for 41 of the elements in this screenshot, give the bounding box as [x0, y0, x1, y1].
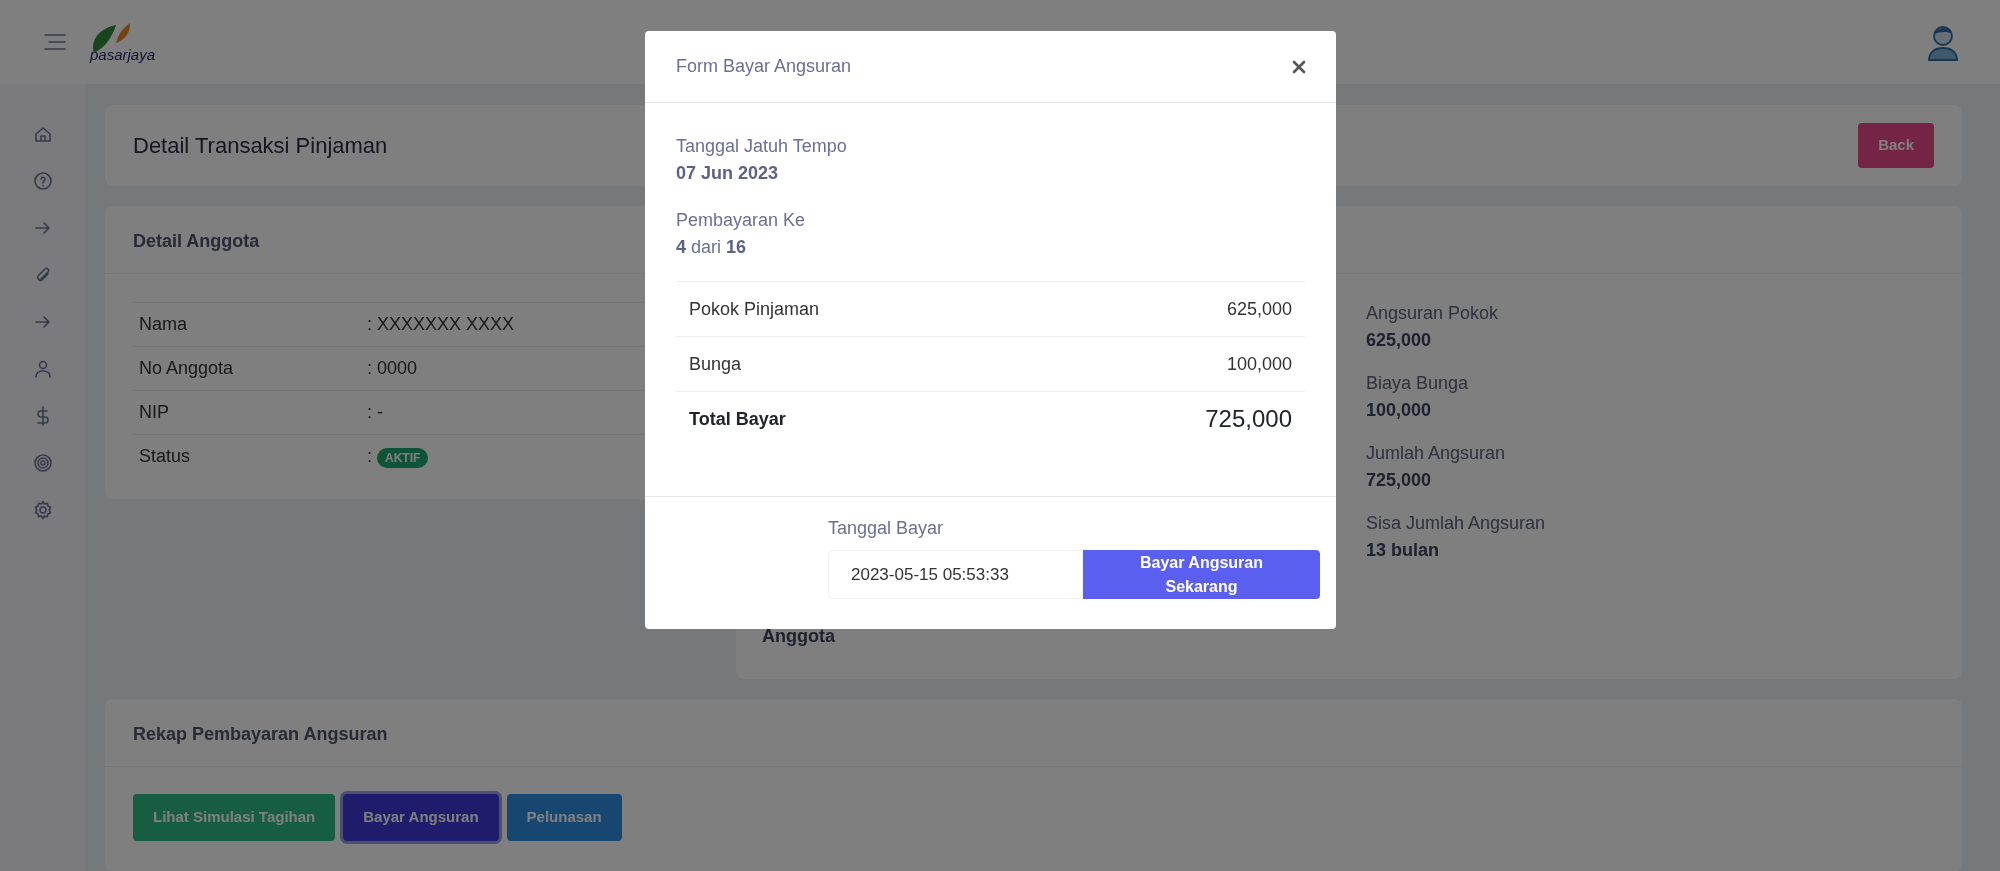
field-label: Pembayaran Ke — [676, 209, 807, 232]
logo[interactable]: pasarjaya — [90, 22, 156, 62]
modal-title: Form Bayar Angsuran — [676, 55, 852, 78]
card-title: Rekap Pembayaran Angsuran — [105, 699, 1962, 768]
field-label: Status — [133, 434, 361, 479]
action-button[interactable]: Pelunasan — [506, 794, 622, 841]
page-title: Detail Transaksi Pinjaman — [133, 132, 388, 159]
avatar-icon[interactable] — [1926, 23, 1960, 61]
home-icon[interactable] — [32, 124, 53, 144]
user-icon[interactable] — [32, 359, 53, 379]
field-value: 625,000 — [1366, 329, 1433, 353]
total-amount: 725,000 — [1205, 404, 1292, 434]
help-icon[interactable] — [32, 171, 53, 191]
menu-icon[interactable] — [44, 34, 66, 50]
field-label: Biaya Bunga — [1366, 372, 1470, 396]
settings-icon[interactable] — [32, 500, 53, 520]
status-badge: AKTIF — [377, 448, 429, 469]
field-label: Angsuran Pokok — [1366, 302, 1500, 326]
field-label: Nama — [133, 302, 361, 347]
date-input[interactable]: 2023-05-15 05:53:33 — [828, 550, 1083, 599]
back-button[interactable]: Back — [1858, 123, 1934, 168]
pay-now-button[interactable]: Bayar Angsuran Sekarang — [1083, 550, 1320, 599]
field-label: NIP — [133, 390, 361, 435]
field-value: 13 bulan — [1366, 539, 1441, 563]
field-label: Anggota — [762, 625, 836, 649]
item-amount: 100,000 — [1226, 352, 1292, 376]
field-value: 4 dari 16 — [676, 236, 748, 259]
item-amount: 625,000 — [1226, 297, 1292, 321]
field-value: 07 Jun 2023 — [676, 162, 780, 185]
field-label: Tanggal Jatuh Tempo — [676, 135, 848, 158]
field-label: Sisa Jumlah Angsuran — [1366, 512, 1546, 536]
close-icon[interactable] — [1292, 59, 1306, 74]
field-label: Jumlah Angsuran — [1366, 442, 1507, 466]
field-label: Tanggal Bayar — [828, 517, 944, 540]
target-icon[interactable] — [32, 453, 53, 473]
field-label: No Anggota — [133, 346, 361, 391]
field-value: : — [367, 446, 373, 467]
action-button[interactable]: Bayar Angsuran — [343, 794, 499, 841]
action-button[interactable]: Lihat Simulasi Tagihan — [133, 794, 336, 841]
field-value: 725,000 — [1366, 469, 1433, 493]
field-value: 100,000 — [1366, 399, 1433, 423]
